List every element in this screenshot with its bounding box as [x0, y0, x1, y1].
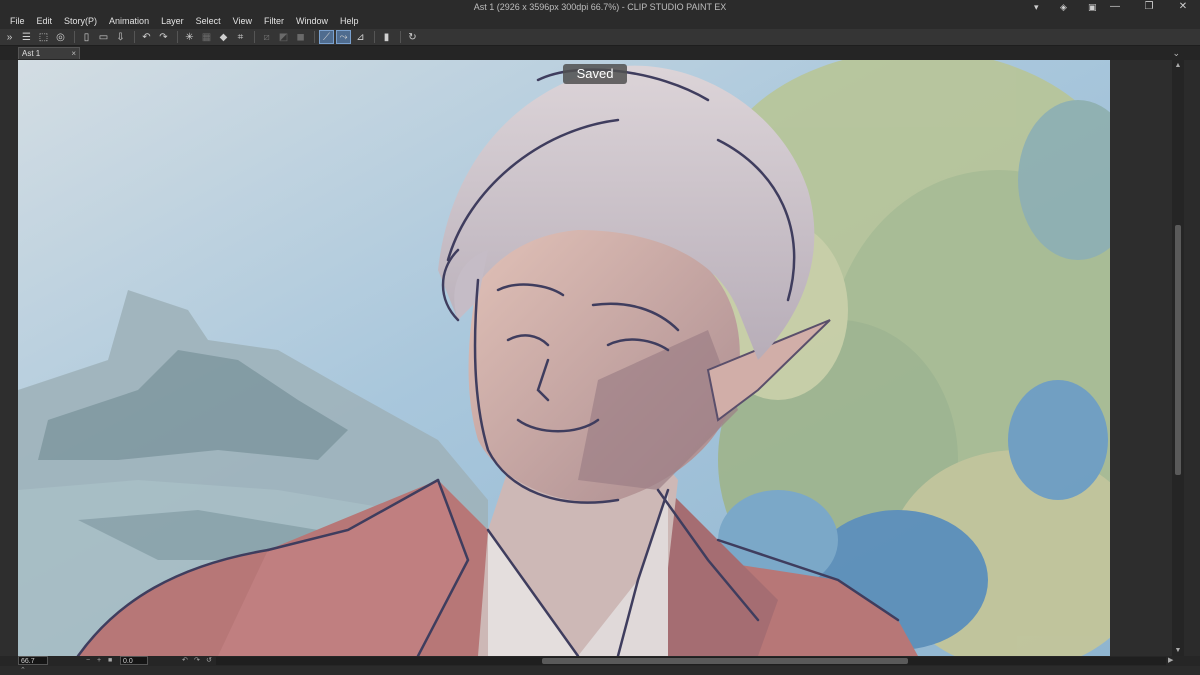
smartphone-icon[interactable]: ▮	[379, 30, 394, 44]
save-icon[interactable]: ⇩	[113, 30, 128, 44]
settings-icon[interactable]: ◈	[1060, 0, 1067, 14]
zoom-input[interactable]: 66.7	[18, 656, 48, 665]
title-bar: Ast 1 (2926 x 3596px 300dpi 66.7%) - CLI…	[0, 0, 1200, 14]
window-controls: — ❐ ✕	[1098, 0, 1200, 14]
rotate-canvas-icon[interactable]: ↻	[405, 30, 420, 44]
menu-story[interactable]: Story(P)	[58, 14, 103, 29]
menu-file[interactable]: File	[4, 14, 31, 29]
redo-icon[interactable]: ↷	[156, 30, 171, 44]
artwork	[18, 60, 1110, 656]
menu-edit[interactable]: Edit	[31, 14, 59, 29]
user-icon[interactable]: ▣	[1088, 0, 1097, 14]
zoom-in-button[interactable]: +	[97, 656, 101, 665]
companion-icon[interactable]: ◎	[53, 30, 68, 44]
window-title: Ast 1 (2926 x 3596px 300dpi 66.7%) - CLI…	[473, 2, 727, 12]
close-tab-icon[interactable]: ×	[71, 48, 76, 60]
transform-icon[interactable]: ⌗	[233, 30, 248, 44]
menu-select[interactable]: Select	[190, 14, 227, 29]
canvas[interactable]	[18, 60, 1110, 656]
horizontal-scrollbar[interactable]	[216, 657, 1166, 665]
maximize-button[interactable]: ❐	[1132, 0, 1166, 14]
fit-view-icon[interactable]: ■	[108, 656, 112, 665]
snap-to-grid-icon[interactable]: ⊿	[353, 30, 368, 44]
show-selection-icon[interactable]: ◼	[293, 30, 308, 44]
document-tabs: Ast 1 × ⌄	[0, 46, 1200, 60]
menu-window[interactable]: Window	[290, 14, 334, 29]
snap-to-ruler-icon[interactable]: ⟋	[319, 30, 334, 44]
undo-icon[interactable]: ↶	[139, 30, 154, 44]
new-file-icon[interactable]: ▯	[79, 30, 94, 44]
menu-layer[interactable]: Layer	[155, 14, 190, 29]
horizontal-scroll-thumb[interactable]	[542, 658, 908, 664]
command-bar: » ☰ ⬚ ◎ ▯ ▭ ⇩ ↶ ↷ ✳ ▦ ◆ ⌗ ⧄ ◩ ◼ ⟋ ⤳ ⊿ ▮ …	[0, 29, 1200, 46]
document-tab-label: Ast 1	[22, 49, 41, 58]
rotate-right-icon[interactable]: ↷	[194, 656, 200, 665]
zoom-out-button[interactable]: −	[86, 656, 90, 665]
expand-panels-icon[interactable]: »	[2, 30, 17, 44]
close-button[interactable]: ✕	[1166, 0, 1200, 14]
left-panel-strip	[0, 60, 18, 656]
bottom-bar: ⌃	[0, 666, 1200, 675]
menu-bar: File Edit Story(P) Animation Layer Selec…	[0, 14, 1200, 29]
right-panel-area	[1110, 60, 1172, 656]
minimize-button[interactable]: —	[1098, 0, 1132, 14]
right-edge	[1184, 60, 1200, 656]
menu-view[interactable]: View	[227, 14, 258, 29]
menu-help[interactable]: Help	[334, 14, 365, 29]
deselect-icon[interactable]: ⧄	[259, 30, 274, 44]
scroll-up-icon[interactable]: ▲	[1172, 62, 1184, 69]
hamburger-menu-icon[interactable]: ☰	[19, 30, 34, 44]
clear-layer-icon[interactable]: ✳	[182, 30, 197, 44]
scroll-down-icon[interactable]: ▼	[1172, 647, 1184, 654]
document-tab[interactable]: Ast 1 ×	[18, 47, 80, 59]
vertical-scrollbar[interactable]: ▲ ▼	[1172, 60, 1184, 656]
clear-outside-icon[interactable]: ▦	[199, 30, 214, 44]
clip-studio-icon[interactable]: ⬚	[36, 30, 51, 44]
scroll-right-icon[interactable]: ▶	[1168, 656, 1173, 665]
menu-animation[interactable]: Animation	[103, 14, 155, 29]
rotate-left-icon[interactable]: ↶	[182, 656, 188, 665]
expand-bottom-icon[interactable]: ⌃	[20, 666, 26, 675]
snap-to-special-ruler-icon[interactable]: ⤳	[336, 30, 351, 44]
menu-filter[interactable]: Filter	[258, 14, 290, 29]
open-file-icon[interactable]: ▭	[96, 30, 111, 44]
saved-notification: Saved	[563, 64, 627, 84]
invert-selection-icon[interactable]: ◩	[276, 30, 291, 44]
rotation-input[interactable]: 0.0	[120, 656, 148, 665]
chevron-down-icon[interactable]: ▾	[1034, 0, 1039, 14]
fill-icon[interactable]: ◆	[216, 30, 231, 44]
status-bar: 66.7 − + ■ 0.0 ↶ ↷ ↺ ▶	[0, 656, 1200, 666]
reset-rotation-icon[interactable]: ↺	[206, 656, 212, 665]
tab-list-chevron-icon[interactable]: ⌄	[1172, 46, 1180, 60]
vertical-scroll-thumb[interactable]	[1175, 225, 1181, 475]
